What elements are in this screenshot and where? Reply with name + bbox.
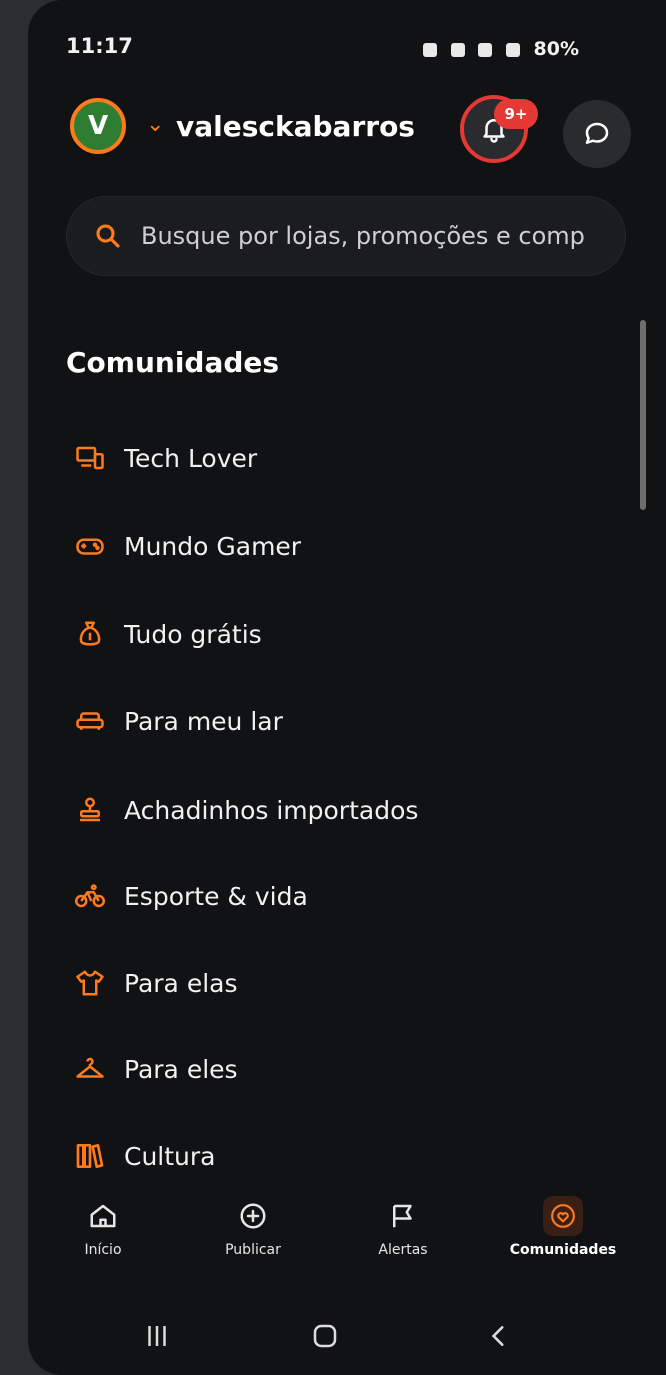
nav-alerts[interactable]: Alertas xyxy=(348,1196,458,1276)
devices-icon xyxy=(72,440,108,476)
back-button[interactable] xyxy=(474,1310,524,1362)
chat-icon xyxy=(585,122,609,144)
community-label: Para meu lar xyxy=(124,706,283,736)
wifi-icon xyxy=(478,42,493,57)
signal-icon xyxy=(505,42,520,57)
recent-apps-button[interactable] xyxy=(132,1310,182,1362)
messages-button[interactable] xyxy=(563,100,631,168)
money-bag-icon xyxy=(72,616,108,652)
heart-icon xyxy=(543,1196,583,1236)
community-label: Cultura xyxy=(124,1141,216,1171)
nav-alerts-label: Alertas xyxy=(378,1242,428,1258)
home-icon xyxy=(83,1196,123,1236)
bicycle-icon xyxy=(72,878,108,914)
stamp-icon xyxy=(72,792,108,828)
community-para-elas[interactable]: Para elas xyxy=(72,958,238,1008)
community-label: Para eles xyxy=(124,1054,238,1084)
status-time: 11:17 xyxy=(66,34,133,58)
community-cultura[interactable]: Cultura xyxy=(72,1131,216,1181)
books-icon xyxy=(72,1138,108,1174)
gamepad-icon xyxy=(72,528,108,564)
section-title: Comunidades xyxy=(66,346,280,379)
community-esporte-vida[interactable]: Esporte & vida xyxy=(72,871,308,921)
community-tech-lover[interactable]: Tech Lover xyxy=(72,433,257,483)
nav-home-label: Início xyxy=(84,1242,122,1258)
home-system-button[interactable] xyxy=(300,1310,350,1362)
shirt-icon xyxy=(72,965,108,1001)
phone-screen: 11:17 80% V ⌄ valesckabarros 9+ Busque p… xyxy=(28,0,666,1375)
alarm-icon xyxy=(423,42,437,57)
nav-communities-label: Comunidades xyxy=(509,1242,617,1258)
nav-home[interactable]: Início xyxy=(48,1196,158,1276)
hanger-icon xyxy=(72,1051,108,1087)
battery-percentage: 80% xyxy=(533,38,579,60)
status-icons: 80% xyxy=(423,38,579,60)
nav-publish-label: Publicar xyxy=(225,1242,281,1258)
avatar[interactable]: V xyxy=(70,98,126,154)
avatar-letter: V xyxy=(87,111,109,141)
notifications-badge: 9+ xyxy=(494,99,538,129)
community-tudo-gratis[interactable]: Tudo grátis xyxy=(72,609,262,659)
plus-circle-icon xyxy=(233,1196,273,1236)
recent-apps-icon xyxy=(148,1326,166,1346)
search-bar[interactable]: Busque por lojas, promoções e comp xyxy=(66,196,626,276)
search-input[interactable]: Busque por lojas, promoções e comp xyxy=(141,222,601,250)
community-label: Tech Lover xyxy=(124,443,258,473)
mute-icon xyxy=(450,42,465,57)
community-label: Mundo Gamer xyxy=(124,531,302,561)
nav-communities[interactable]: Comunidades xyxy=(498,1196,628,1276)
home-circle-icon xyxy=(313,1324,337,1348)
community-label: Para elas xyxy=(124,968,238,998)
community-label: Esporte & vida xyxy=(124,881,308,911)
community-label: Tudo grátis xyxy=(124,619,262,649)
community-label: Achadinhos importados xyxy=(124,795,419,825)
flag-icon xyxy=(383,1196,423,1236)
community-para-eles[interactable]: Para eles xyxy=(72,1044,238,1094)
search-icon xyxy=(96,224,120,248)
username[interactable]: valesckabarros xyxy=(176,110,415,143)
community-mundo-gamer[interactable]: Mundo Gamer xyxy=(72,521,301,571)
nav-publish[interactable]: Publicar xyxy=(198,1196,308,1276)
scrollbar[interactable] xyxy=(640,320,646,510)
chevron-down-icon[interactable]: ⌄ xyxy=(146,112,164,137)
community-para-meu-lar[interactable]: Para meu lar xyxy=(72,696,283,746)
back-icon xyxy=(491,1326,504,1346)
sofa-icon xyxy=(72,703,108,739)
community-achadinhos-importados[interactable]: Achadinhos importados xyxy=(72,785,418,835)
